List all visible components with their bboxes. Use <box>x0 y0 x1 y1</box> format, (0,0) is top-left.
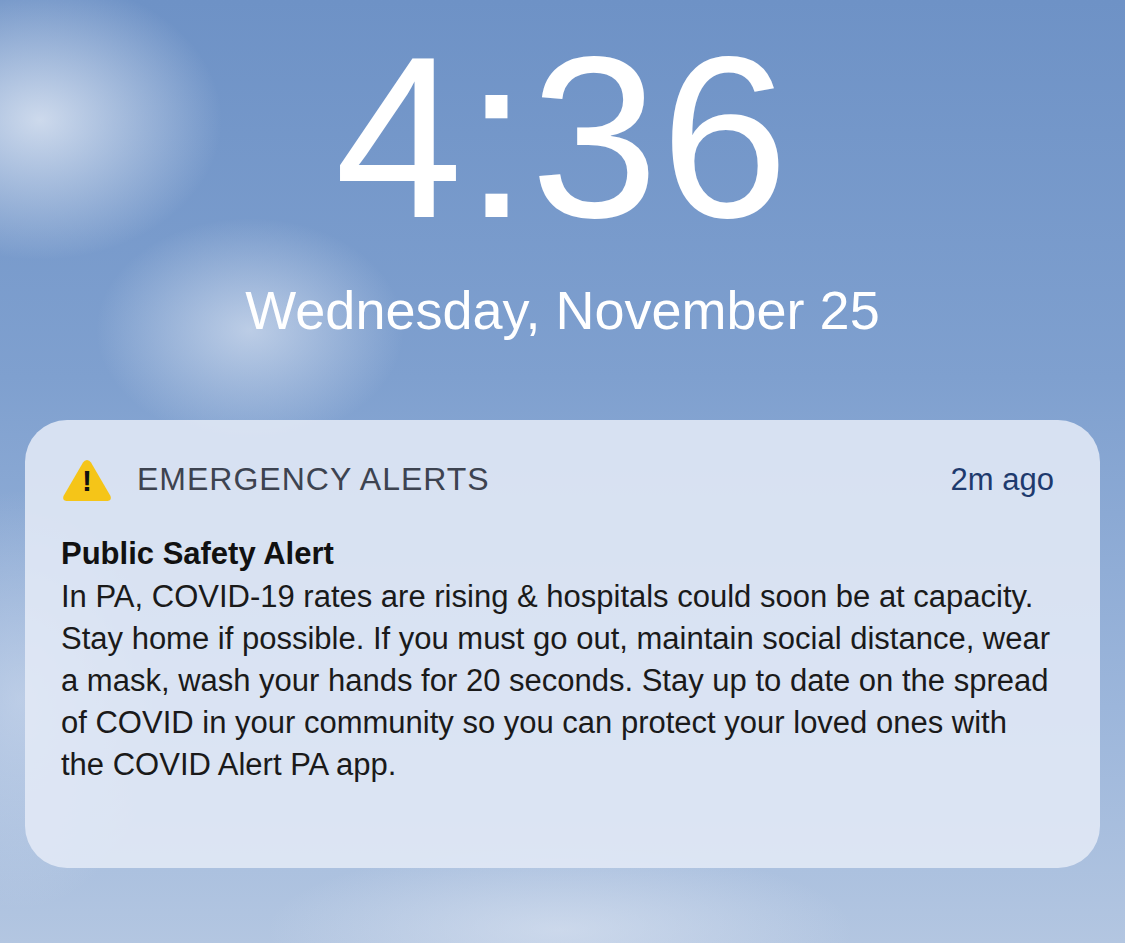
warning-icon: ! <box>61 457 113 503</box>
date: Wednesday, November 25 <box>245 278 879 343</box>
timestamp: 2m ago <box>951 462 1054 498</box>
notification-card[interactable]: ! EMERGENCY ALERTS 2m ago Public Safety Ale… <box>25 420 1100 868</box>
notification-header: ! EMERGENCY ALERTS 2m ago <box>61 454 1054 506</box>
notification-title: Public Safety Alert <box>61 534 1054 574</box>
app-name: EMERGENCY ALERTS <box>137 461 927 498</box>
lock-screen: 4:36 Wednesday, November 25! EMERGENCY ALE… <box>0 0 1125 943</box>
notification-body: In PA, COVID-19 rates are rising & hospi… <box>61 576 1054 786</box>
clock: 4:36 <box>335 23 791 253</box>
